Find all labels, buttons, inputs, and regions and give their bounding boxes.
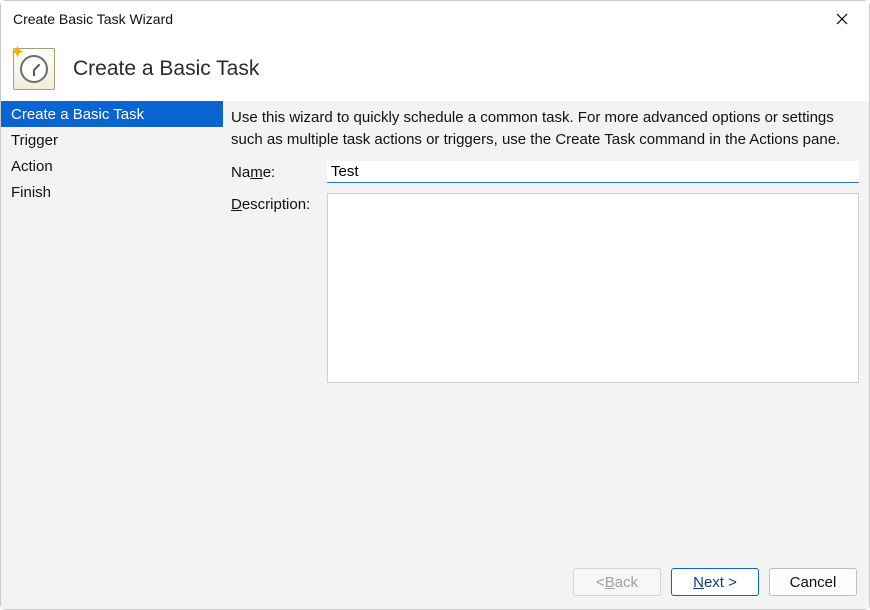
wizard-main-pane: Use this wizard to quickly schedule a co… (223, 101, 869, 555)
close-icon (836, 13, 848, 25)
description-label: Description: (231, 193, 327, 213)
description-row: Description: (231, 193, 859, 383)
window-title: Create Basic Task Wizard (13, 11, 173, 27)
cancel-button[interactable]: Cancel (769, 568, 857, 596)
wizard-body: Create a Basic Task Trigger Action Finis… (1, 101, 869, 555)
step-action[interactable]: Action (1, 153, 223, 179)
step-finish[interactable]: Finish (1, 179, 223, 205)
name-label: Name: (231, 161, 327, 181)
titlebar: Create Basic Task Wizard (1, 1, 869, 37)
next-button[interactable]: Next > (671, 568, 759, 596)
name-row: Name: (231, 161, 859, 183)
clock-icon (20, 55, 48, 83)
description-input[interactable] (327, 193, 859, 383)
name-input[interactable] (327, 161, 859, 183)
step-label: Trigger (11, 132, 58, 149)
page-title: Create a Basic Task (73, 57, 259, 81)
wizard-window: Create Basic Task Wizard ✦ Create a Basi… (0, 0, 870, 610)
step-label: Create a Basic Task (11, 106, 144, 123)
wizard-steps-sidebar: Create a Basic Task Trigger Action Finis… (1, 101, 223, 555)
step-trigger[interactable]: Trigger (1, 127, 223, 153)
step-label: Finish (11, 184, 51, 201)
step-label: Action (11, 158, 53, 175)
step-create-basic-task[interactable]: Create a Basic Task (1, 101, 223, 127)
wizard-footer: < Back Next > Cancel (1, 555, 869, 609)
intro-text: Use this wizard to quickly schedule a co… (231, 107, 859, 151)
task-clock-icon: ✦ (13, 48, 55, 90)
close-button[interactable] (819, 3, 865, 35)
back-button: < Back (573, 568, 661, 596)
new-spark-icon: ✦ (10, 43, 25, 61)
wizard-header: ✦ Create a Basic Task (1, 37, 869, 101)
